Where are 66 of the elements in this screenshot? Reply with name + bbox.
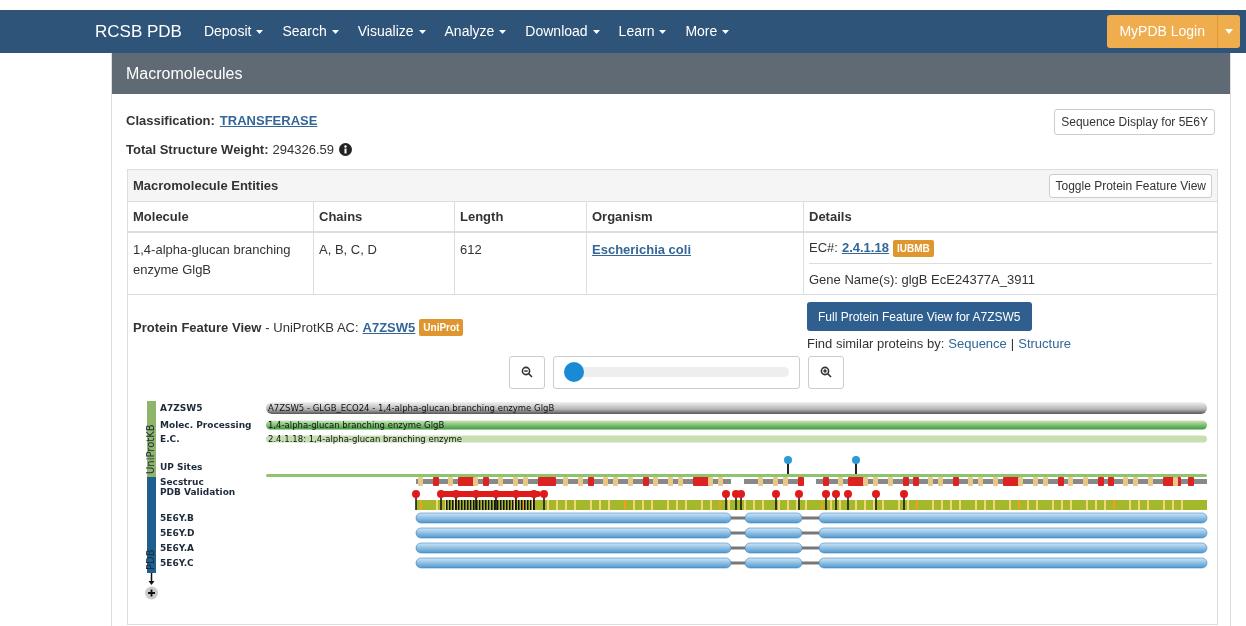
track-label: 5E6Y.B [160, 512, 194, 523]
ec-link[interactable]: 2.4.1.18 [841, 238, 889, 258]
table-title: Macromolecule Entities [133, 176, 279, 195]
separator: | [1010, 335, 1015, 353]
nav-menu[interactable]: Search [282, 21, 339, 42]
column-header: Chains [319, 207, 363, 226]
track-label: PDB Validation [160, 486, 236, 497]
table-cell: A, B, C, D [319, 242, 377, 257]
uniprot-ac-link[interactable]: A7ZSW5 [362, 318, 416, 338]
column-header: Organism [592, 207, 653, 226]
panel-title: Macromolecules [126, 63, 243, 84]
table-cell: 1,4-alpha-glucan branching enzyme GlgB [133, 242, 291, 277]
caret-icon [659, 29, 667, 34]
nav-menu[interactable]: Analyze [444, 21, 507, 42]
classification-label: Classification: [126, 112, 215, 130]
track-label: Molec. Processing [160, 419, 252, 430]
zoom-out-button[interactable] [509, 355, 545, 389]
track-label: A7ZSW5 [160, 402, 203, 413]
bar-label: 2.4.1.18: 1,4-alpha-glucan branching enzyme [268, 433, 463, 444]
table-cell: 612 [460, 242, 482, 257]
nav-menu[interactable]: Learn [618, 21, 667, 42]
zoom-in-icon [820, 366, 832, 378]
uniprot-ac-label: - UniProtKB AC: [265, 319, 359, 337]
caret-icon [418, 29, 426, 34]
column-header: Molecule [133, 207, 189, 226]
caret-icon [499, 29, 507, 34]
track-label: UP Sites [160, 461, 203, 472]
structure-link[interactable]: Structure [1018, 334, 1071, 354]
zoom-in-button[interactable] [808, 355, 844, 389]
sequence-link[interactable]: Sequence [948, 334, 1007, 354]
caret-icon [722, 29, 730, 34]
track-label: E.C. [160, 433, 180, 444]
gene-names: Gene Name(s): glgB EcE24377A_3911 [809, 272, 1035, 287]
zoom-slider[interactable] [553, 355, 800, 389]
toggle-feature-view-button[interactable]: Toggle Protein Feature View [1049, 173, 1212, 198]
caret-icon [331, 29, 339, 34]
weight-value: 294326.59 [272, 140, 334, 159]
full-feature-view-button[interactable]: Full Protein Feature View for A7ZSW5 [807, 302, 1032, 331]
nav-menu[interactable]: More [685, 21, 730, 42]
caret-icon [256, 29, 264, 34]
track-label: Secstruc [160, 476, 204, 487]
column-header: Details [809, 207, 852, 226]
track-label: 5E6Y.C [160, 557, 194, 568]
add-track-icon [145, 586, 158, 599]
ec-label: EC#: [809, 239, 838, 258]
classification-link[interactable]: TRANSFERASE [219, 111, 318, 131]
nav-menu[interactable]: Download [525, 21, 600, 42]
track-label: 5E6Y.D [160, 527, 195, 538]
brand-logo-text[interactable]: RCSB PDB [95, 18, 182, 45]
caret-icon [1225, 29, 1233, 34]
nav-menu[interactable]: Visualize [357, 21, 426, 42]
weight-label: Total Structure Weight: [126, 140, 269, 159]
zoom-out-icon [521, 366, 533, 378]
track-label: 5E6Y.A [160, 542, 195, 553]
similar-proteins-label: Find similar proteins by: [807, 335, 945, 353]
info-icon[interactable] [339, 142, 352, 156]
feature-view-title: Protein Feature View [133, 319, 262, 337]
column-header: Length [460, 207, 504, 226]
sequence-display-button[interactable]: Sequence Display for 5E6Y [1054, 109, 1215, 135]
nav-menu[interactable]: Deposit [203, 21, 264, 42]
slider-thumb[interactable] [564, 362, 584, 382]
expand-arrow [148, 571, 155, 585]
bar-label: A7ZSW5 - GLGB_ECO24 - 1,4-alpha-glucan branching enzyme GlgB [268, 402, 555, 413]
caret-icon [592, 29, 600, 34]
organism-link[interactable]: Escherichia coli [592, 242, 691, 257]
bar-label: 1,4-alpha-glucan branching enzyme GlgB [268, 419, 445, 430]
